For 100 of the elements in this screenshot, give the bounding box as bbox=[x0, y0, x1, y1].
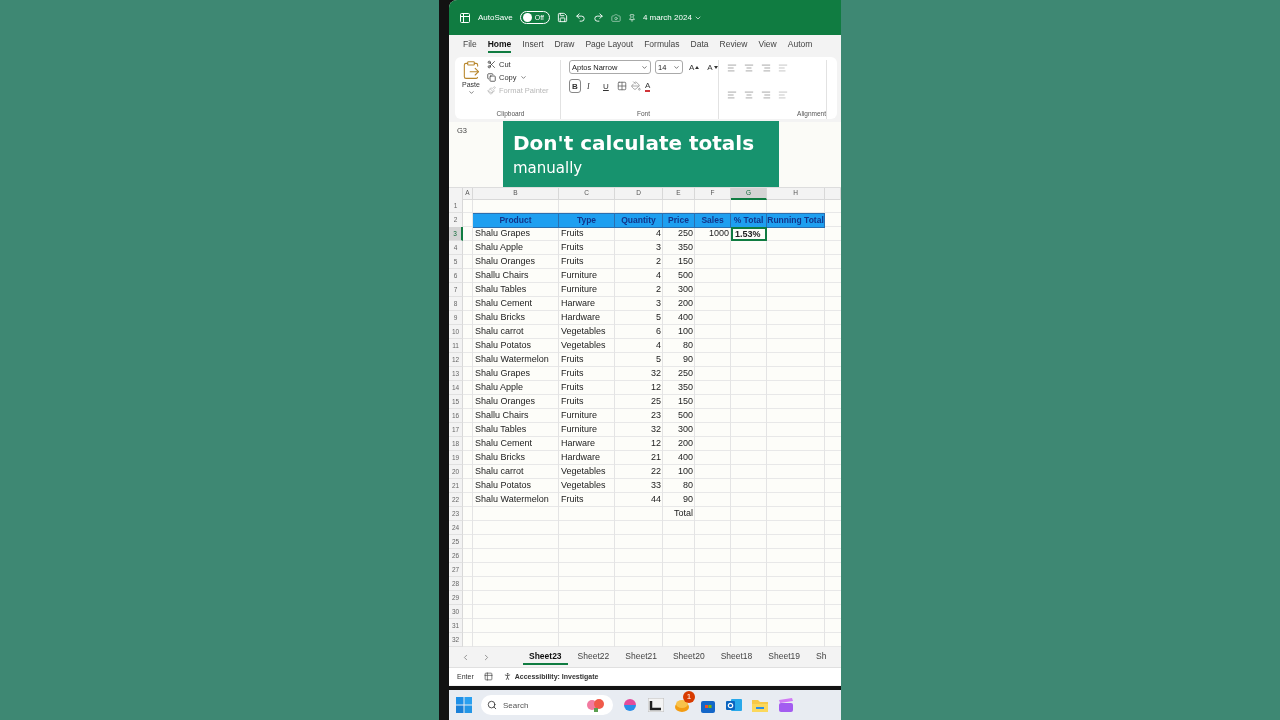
table-cell-text: Fruits bbox=[560, 241, 585, 254]
chevron-left-icon[interactable] bbox=[461, 652, 470, 662]
chevron-right-icon[interactable] bbox=[482, 652, 491, 662]
ribbon-tab[interactable]: Home bbox=[487, 37, 512, 53]
caret-icon bbox=[673, 63, 680, 71]
table-cell-text: Shalu carrot bbox=[474, 465, 525, 478]
table-cell-text: Fruits bbox=[560, 381, 585, 394]
table-cell-text: Shalu Apple bbox=[474, 381, 525, 394]
caption-title: Don't calculate totals bbox=[513, 131, 756, 155]
table-cell-text: Shalu Bricks bbox=[474, 311, 527, 324]
save-icon[interactable] bbox=[556, 12, 568, 23]
ribbon-tab[interactable]: Autom bbox=[787, 37, 813, 53]
caret-icon bbox=[519, 74, 527, 81]
table-cell-text: 33 bbox=[650, 479, 662, 492]
table-cell-text: 3 bbox=[655, 241, 662, 254]
column-header: Sales bbox=[695, 213, 731, 228]
table-cell-text: 4 bbox=[655, 339, 662, 352]
table-cell-text: Shalu carrot bbox=[474, 325, 525, 338]
windows-logo-icon[interactable] bbox=[456, 697, 472, 713]
table-cell-text: 150 bbox=[676, 395, 694, 408]
folder-icon[interactable] bbox=[752, 698, 768, 712]
table-cell-text: 6 bbox=[655, 325, 662, 338]
sheet-tab[interactable]: Sh bbox=[809, 649, 833, 665]
caret-icon bbox=[467, 89, 475, 96]
ribbon-tab[interactable]: Page Layout bbox=[585, 37, 634, 53]
document-title[interactable]: 4 march 2024 bbox=[642, 13, 702, 22]
caret-icon bbox=[641, 63, 648, 71]
table-cell-text: Shalu Potatos bbox=[474, 339, 533, 352]
table-cell-text: Fruits bbox=[560, 367, 585, 380]
mail-app-icon[interactable] bbox=[726, 697, 742, 713]
ribbon-tab[interactable]: Data bbox=[690, 37, 709, 53]
ribbon-tab[interactable]: Draw bbox=[554, 37, 575, 53]
italic-button[interactable]: I bbox=[585, 79, 597, 93]
table-cell-text: Furniture bbox=[560, 423, 598, 436]
search-box[interactable]: Search bbox=[481, 695, 613, 715]
camera-icon[interactable] bbox=[610, 12, 621, 23]
table-cell-text: 44 bbox=[650, 493, 662, 506]
underline-button[interactable]: U bbox=[601, 79, 613, 93]
shrink-font-button[interactable]: A bbox=[705, 60, 720, 74]
table-cell-text: Vegetables bbox=[560, 465, 607, 478]
borders-icon[interactable] bbox=[617, 81, 627, 91]
redo-icon[interactable] bbox=[592, 12, 604, 23]
autosave-label: AutoSave bbox=[478, 13, 513, 22]
table-cell-text: 80 bbox=[682, 339, 694, 352]
sheet-tab[interactable]: Sheet22 bbox=[571, 649, 616, 665]
column-header: Price bbox=[663, 213, 695, 228]
grow-font-button[interactable]: A bbox=[687, 60, 702, 74]
ribbon-tab[interactable]: View bbox=[758, 37, 777, 53]
table-cell-text: 350 bbox=[676, 381, 694, 394]
flower-icon bbox=[585, 698, 607, 712]
fill-color-icon[interactable] bbox=[631, 81, 641, 91]
sheet-tab[interactable]: Sheet18 bbox=[714, 649, 759, 665]
table-cell-text: Fruits bbox=[560, 395, 585, 408]
ribbon-tab[interactable]: File bbox=[463, 37, 477, 53]
table-cell-text: Shalu Cement bbox=[474, 297, 534, 310]
table-cell-text: 90 bbox=[682, 493, 694, 506]
table-cell-text: 32 bbox=[650, 367, 662, 380]
table-cell-text: 4 bbox=[655, 227, 662, 240]
undo-icon[interactable] bbox=[574, 12, 586, 23]
copy-icon bbox=[487, 73, 496, 82]
table-cell-text: Furniture bbox=[560, 269, 598, 282]
clapperboard-icon[interactable] bbox=[778, 697, 794, 713]
table-cell-text: 200 bbox=[676, 437, 694, 450]
table-cell-text: 23 bbox=[650, 409, 662, 422]
sheet-tab[interactable]: Sheet23 bbox=[523, 649, 568, 665]
ribbon-tab[interactable]: Review bbox=[719, 37, 748, 53]
table-cell-text: 3 bbox=[655, 297, 662, 310]
sheet-tab[interactable]: Sheet21 bbox=[619, 649, 663, 665]
table-cell-text: Vegetables bbox=[560, 325, 607, 338]
search-field[interactable]: Search bbox=[501, 699, 581, 711]
table-cell-text: Shalu Grapes bbox=[474, 227, 532, 240]
column-header: Type bbox=[559, 213, 615, 228]
pin-icon[interactable] bbox=[627, 13, 636, 22]
coin-stack-icon[interactable] bbox=[674, 698, 690, 712]
table-cell-text: 90 bbox=[682, 353, 694, 366]
bold-button[interactable]: B bbox=[569, 79, 581, 93]
table-cell-text: Shalu Potatos bbox=[474, 479, 533, 492]
sheet-tab[interactable]: Sheet19 bbox=[762, 649, 806, 665]
ribbon-tab[interactable]: Insert bbox=[522, 37, 544, 53]
sheet-tab[interactable]: Sheet20 bbox=[666, 649, 711, 665]
table-cell-text: 4 bbox=[655, 269, 662, 282]
spreadsheet-icon bbox=[459, 11, 471, 24]
table-cell-text: 300 bbox=[676, 283, 694, 296]
table-cell-text: Shalu Apple bbox=[474, 241, 525, 254]
table-cell-text: Harware bbox=[560, 297, 596, 310]
table-cell-text: Vegetables bbox=[560, 339, 607, 352]
column-header: Quantity bbox=[615, 213, 663, 228]
table-cell-text: Shallu Chairs bbox=[474, 409, 530, 422]
table-cell-text: Vegetables bbox=[560, 479, 607, 492]
font-color-button[interactable]: A bbox=[645, 80, 651, 92]
two-tone-circle-icon[interactable] bbox=[622, 697, 638, 713]
table-cell-text: Furniture bbox=[560, 409, 598, 422]
table-cell-text: 21 bbox=[650, 451, 662, 464]
table-cell-text: 1000 bbox=[707, 227, 730, 240]
table-cell-text: 500 bbox=[676, 409, 694, 422]
table-cell-text: 200 bbox=[676, 297, 694, 310]
table-cell-text: Shalu Grapes bbox=[474, 367, 532, 380]
terminal-icon[interactable] bbox=[648, 698, 664, 712]
down-caret-icon bbox=[713, 65, 718, 69]
ribbon-tab[interactable]: Formulas bbox=[644, 37, 680, 53]
